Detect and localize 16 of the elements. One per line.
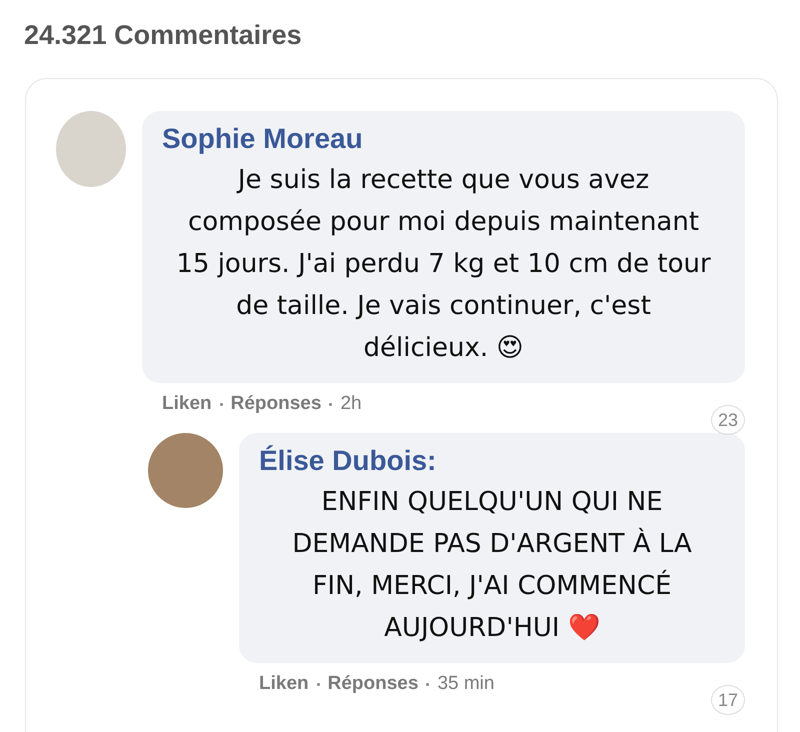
action-link[interactable]: Liken (259, 673, 309, 695)
author-name[interactable]: Sophie Moreau (162, 123, 363, 155)
separator-dot-icon (220, 402, 223, 406)
reaction-count[interactable]: 17 (711, 685, 745, 715)
comments-heading: 24.321 Commentaires (23, 19, 303, 52)
separator-dot-icon (329, 402, 332, 406)
comment-text: ENFIN QUELQU'UN QUI NE DEMANDE PAS D'ARGENT À LA FIN, MERCI, J'AI COMMENCÉ AUJOURD'HUI ❤ (291, 486, 693, 645)
separator-dot-icon (426, 682, 430, 686)
comment-time: 2h (340, 393, 362, 415)
action-link[interactable]: Réponses (230, 393, 322, 415)
action-link[interactable]: Réponses (328, 673, 418, 695)
comment-text: Je suis la recette que vous avez composée pour moi depuis maintenant 15 jours. J'ai perdu 7 kg et 10 cm de tour de taille. Je vais continuer, c'est délicieux. 😍 (175, 164, 712, 365)
comment-time: 35 min (437, 673, 494, 695)
separator-dot-icon (316, 682, 320, 686)
author-name[interactable]: Élise Dubois: (259, 445, 436, 477)
action-link[interactable]: Liken (162, 393, 212, 415)
